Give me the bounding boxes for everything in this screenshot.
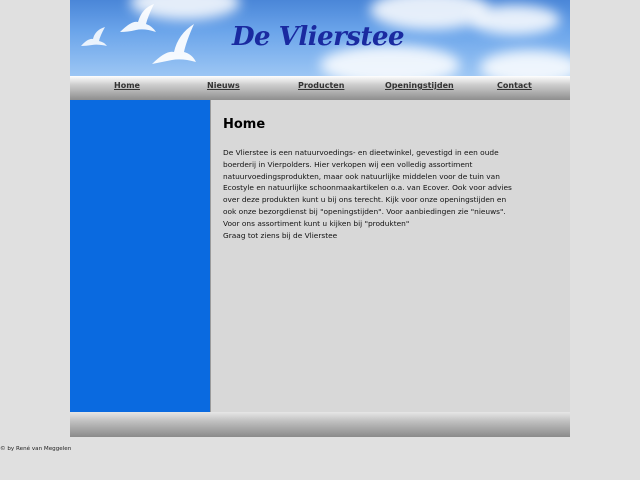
intro-text-line: over deze produkten kunt u bij ons terec… xyxy=(223,195,507,205)
main-content: Home De Vlierstee is een natuurvoedings-… xyxy=(210,100,570,412)
intro-text: De Vlierstee is een natuurvoedings- en d… xyxy=(223,147,553,241)
copyright-text: © by René van Meggelen xyxy=(0,446,72,452)
footer-bar xyxy=(70,412,570,437)
page-container: De Vlierstee Home Nieuws Producten Openi… xyxy=(70,0,570,437)
nav-link-contact[interactable]: Contact xyxy=(497,81,532,90)
header-banner: De Vlierstee xyxy=(70,0,570,76)
intro-text-line: Voor ons assortiment kunt u kijken bij "… xyxy=(223,218,410,228)
page-title: Home xyxy=(223,117,266,132)
nav-link-nieuws[interactable]: Nieuws xyxy=(207,81,240,90)
intro-text-line: boerderij in Vierpolders. Hier verkopen … xyxy=(223,159,473,169)
intro-text-line: ook onze bezorgdienst bij "openingstijde… xyxy=(223,206,506,216)
main-navigation: Home Nieuws Producten Openingstijden Con… xyxy=(70,76,570,100)
intro-text-line: Ecostyle en natuurlijke schoonmaakartike… xyxy=(223,183,512,193)
nav-link-openingstijden[interactable]: Openingstijden xyxy=(385,81,454,90)
intro-text-line: Graag tot ziens bij de Vlierstee xyxy=(223,230,338,240)
dove-icon xyxy=(152,24,196,64)
dove-icon xyxy=(81,27,107,46)
site-title: De Vlierstee xyxy=(232,22,405,52)
nav-link-producten[interactable]: Producten xyxy=(298,81,344,90)
sidebar xyxy=(70,100,210,412)
intro-text-line: De Vlierstee is een natuurvoedings- en d… xyxy=(223,148,499,157)
nav-link-home[interactable]: Home xyxy=(114,81,140,90)
intro-text-line: natuurvoedingsprodukten, maar ook natuur… xyxy=(223,171,500,181)
